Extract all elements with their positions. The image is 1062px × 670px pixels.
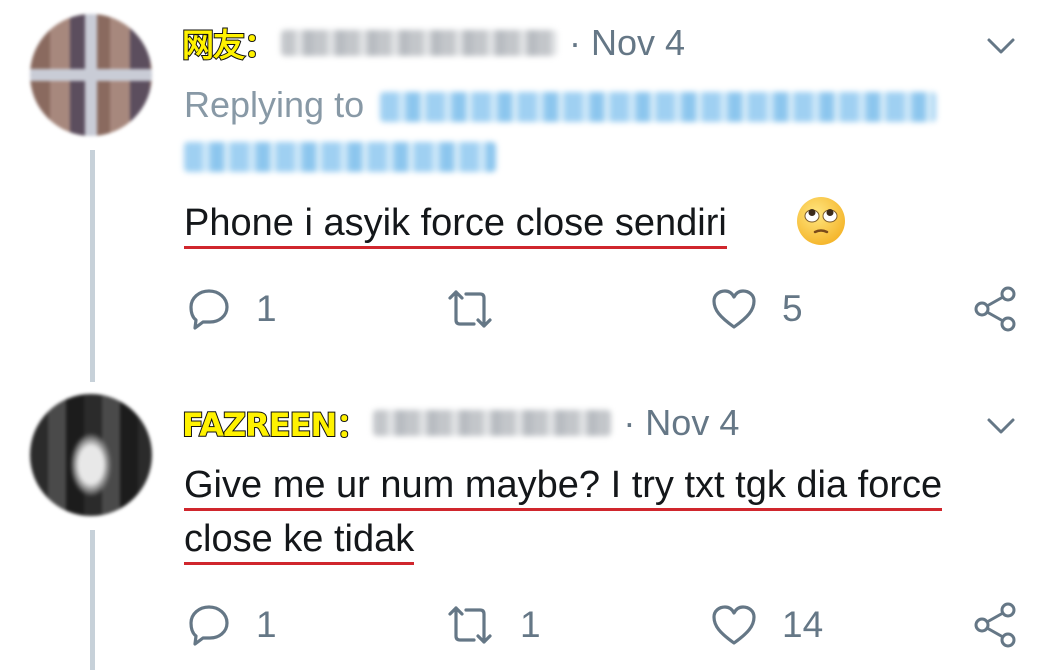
tweet-actions: 1 1 14 — [186, 600, 1026, 650]
share-button[interactable] — [972, 600, 1018, 650]
author-name-label[interactable]: FAZREEN： — [181, 400, 369, 446]
retweet-icon — [448, 606, 492, 644]
thread-line — [90, 530, 95, 670]
tweet-header: FAZREEN： · Nov 4 — [181, 400, 739, 446]
avatar[interactable] — [30, 14, 152, 136]
tweet-actions: 1 5 — [186, 284, 1026, 334]
heart-icon — [712, 605, 756, 645]
tweet-header: 网友： · Nov 4 — [181, 20, 685, 66]
reply-count: 1 — [256, 288, 277, 329]
tweet-text: Give me ur num maybe? I try txt tgk dia … — [184, 458, 943, 566]
like-count: 5 — [782, 288, 803, 329]
like-button[interactable]: 14 — [710, 600, 823, 650]
tweet-2[interactable]: FAZREEN： · Nov 4 Give me ur num maybe? I… — [0, 380, 1062, 670]
replying-to-label: Replying to — [184, 84, 365, 125]
reply-button[interactable]: 1 — [186, 600, 277, 650]
share-icon — [974, 286, 1016, 332]
mention-blurred[interactable] — [184, 142, 496, 173]
tweet-text-line: close ke tidak — [184, 518, 415, 565]
retweet-button[interactable]: 1 — [444, 600, 541, 650]
reply-icon — [189, 605, 229, 646]
tweet-1[interactable]: 网友： · Nov 4 Replying to Phone i asyik fo… — [0, 0, 1062, 382]
avatar[interactable] — [30, 394, 152, 516]
retweet-button[interactable] — [444, 284, 520, 334]
tweet-text: Phone i asyik force close sendiri — [184, 196, 727, 250]
retweet-icon — [448, 290, 492, 328]
tweet-text-line: Give me ur num maybe? I try txt tgk dia … — [184, 464, 943, 511]
chevron-down-icon[interactable] — [986, 416, 1016, 436]
retweet-count: 1 — [520, 604, 541, 645]
chevron-down-icon[interactable] — [986, 36, 1016, 56]
like-button[interactable]: 5 — [710, 284, 803, 334]
like-count: 14 — [782, 604, 824, 645]
face-with-rolling-eyes-emoji — [797, 197, 845, 245]
author-name-label[interactable]: 网友： — [181, 20, 277, 66]
tweet-text-line: Phone i asyik force close sendiri — [184, 202, 727, 249]
share-icon — [974, 602, 1016, 648]
heart-icon — [712, 289, 756, 329]
reply-button[interactable]: 1 — [186, 284, 277, 334]
tweet-date[interactable]: · Nov 4 — [623, 402, 739, 444]
reply-icon — [189, 289, 229, 330]
tweet-date[interactable]: · Nov 4 — [569, 22, 685, 64]
mention-blurred[interactable] — [380, 92, 937, 123]
share-button[interactable] — [972, 284, 1018, 334]
reply-count: 1 — [256, 604, 277, 645]
author-handle-blurred[interactable] — [281, 30, 558, 56]
author-handle-blurred[interactable] — [373, 410, 612, 436]
thread-line — [90, 150, 95, 382]
replying-to: Replying to — [184, 84, 984, 176]
